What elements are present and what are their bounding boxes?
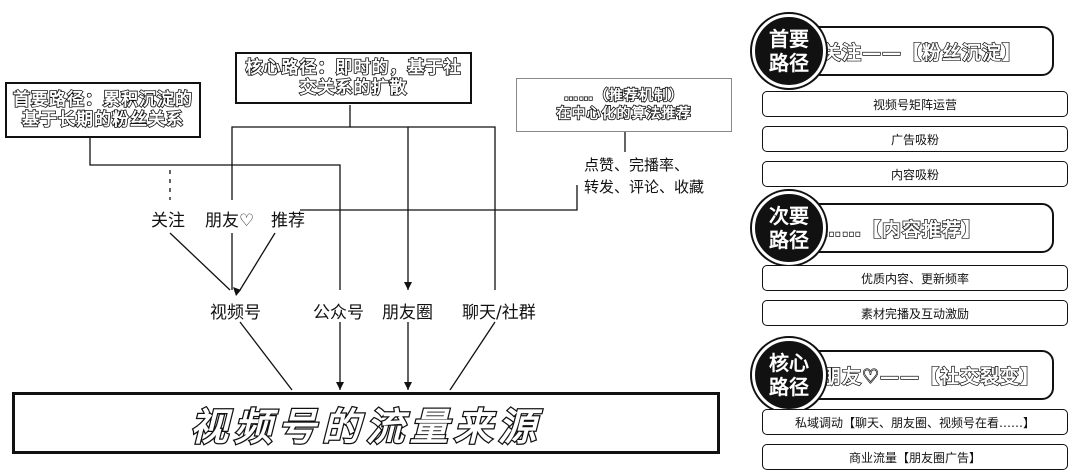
metrics-line2: 转发、评论、收藏 bbox=[584, 178, 705, 196]
entry-friends: 朋友♡ bbox=[205, 211, 255, 231]
note-recommend-path: ……（推荐机制） 在中心化的算法推荐 bbox=[516, 78, 732, 132]
note-core-path: 核心路径：即时的，基于社交关系的扩散 bbox=[235, 52, 472, 104]
entry-recommend: 推荐 bbox=[271, 211, 305, 231]
source-chat-groups: 聊天/社群 bbox=[462, 303, 536, 323]
path-banner-secondary-text: ……【内容推荐】 bbox=[821, 218, 983, 241]
badge-secondary-path-text: 次要路径 bbox=[769, 204, 809, 252]
badge-primary-path: 首要路径 bbox=[752, 14, 826, 88]
path-banner-primary-text: 关注——【粉丝沉淀】 bbox=[821, 41, 1023, 64]
badge-secondary-path: 次要路径 bbox=[752, 191, 826, 265]
path-item: 商业流量【朋友圈广告】 bbox=[762, 444, 1068, 470]
path-item: 私域调动【聊天、朋友圈、视频号在看……】 bbox=[762, 409, 1068, 435]
path-item: 优质内容、更新频率 bbox=[762, 265, 1068, 291]
path-banner-primary: 关注——【粉丝沉淀】 bbox=[792, 26, 1054, 76]
note-recommend-line1: ……（推荐机制） bbox=[563, 87, 684, 105]
note-primary-path-text: 首要路径：累积沉淀的基于长期的粉丝关系 bbox=[12, 89, 193, 131]
note-recommend-line2: 在中心化的算法推荐 bbox=[556, 105, 692, 123]
path-item: 素材完播及互动激励 bbox=[762, 300, 1068, 326]
metrics-line1: 点赞、完播率、 bbox=[584, 156, 690, 174]
entry-follow: 关注 bbox=[151, 211, 185, 231]
main-title-box: 视频号的流量来源 bbox=[12, 392, 720, 454]
source-official-account: 公众号 bbox=[313, 303, 364, 323]
source-moments: 朋友圈 bbox=[382, 303, 433, 323]
metrics-text: 点赞、完播率、 转发、评论、收藏 bbox=[584, 154, 704, 198]
path-banner-secondary: ……【内容推荐】 bbox=[792, 203, 1054, 253]
note-core-path-text: 核心路径：即时的，基于社交关系的扩散 bbox=[245, 57, 462, 99]
badge-core-path: 核心路径 bbox=[752, 338, 826, 412]
path-item: 视频号矩阵运营 bbox=[762, 91, 1068, 117]
path-item: 内容吸粉 bbox=[762, 161, 1068, 187]
source-channels: 视频号 bbox=[210, 303, 261, 323]
badge-primary-path-text: 首要路径 bbox=[769, 27, 809, 75]
main-title: 视频号的流量来源 bbox=[189, 403, 542, 450]
path-banner-core-text: 朋友♡——【社交裂变】 bbox=[821, 365, 1041, 388]
path-item: 广告吸粉 bbox=[762, 126, 1068, 152]
badge-core-path-text: 核心路径 bbox=[769, 351, 809, 399]
path-banner-core: 朋友♡——【社交裂变】 bbox=[792, 350, 1054, 400]
note-primary-path: 首要路径：累积沉淀的基于长期的粉丝关系 bbox=[5, 82, 201, 138]
